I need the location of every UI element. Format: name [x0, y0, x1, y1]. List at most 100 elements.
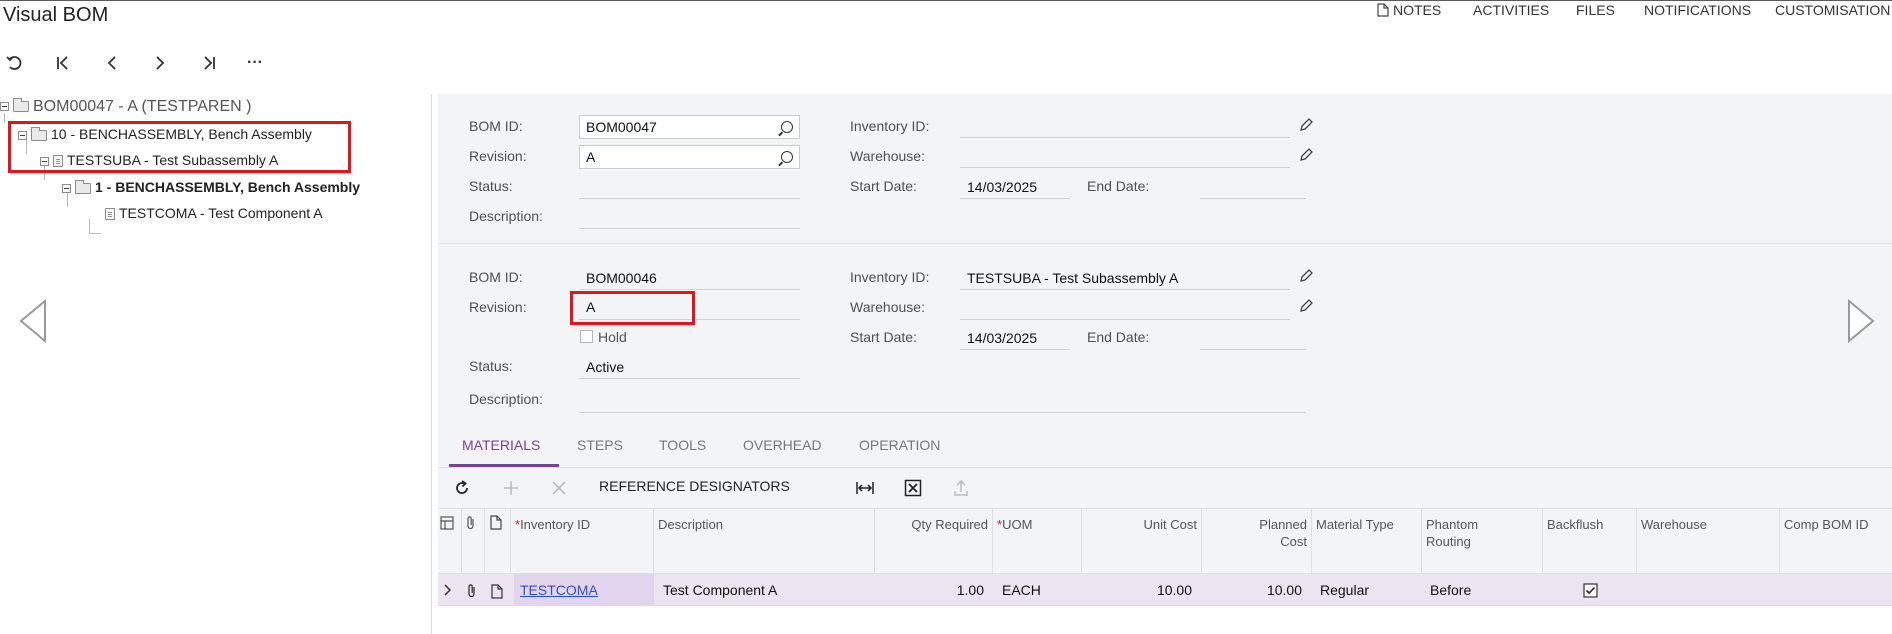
- more-button[interactable]: ···: [240, 49, 270, 77]
- column-separator: [484, 508, 485, 574]
- cell-planned-cost[interactable]: 10.00: [1201, 582, 1302, 598]
- tree-node-testcoma[interactable]: TESTCOMA - Test Component A: [101, 205, 323, 221]
- col-phantom-routing[interactable]: Phantom Routing: [1426, 516, 1478, 550]
- first-record-button[interactable]: [48, 49, 78, 77]
- edit-pencil-icon[interactable]: [1298, 147, 1314, 163]
- notes-link[interactable]: NOTES: [1377, 2, 1441, 18]
- tab-materials[interactable]: MATERIALS: [462, 437, 540, 453]
- col-qty-required[interactable]: Qty Required: [874, 516, 988, 533]
- tree-node-benchassembly-1[interactable]: 1 - BENCHASSEMBLY, Bench Assembly: [62, 179, 360, 195]
- collapse-icon[interactable]: [62, 183, 71, 193]
- field-underline: [960, 319, 1290, 320]
- folder-icon: [13, 98, 29, 113]
- col-material-type[interactable]: Material Type: [1316, 516, 1394, 533]
- column-separator: [1636, 508, 1637, 574]
- next-record-icon: [156, 56, 165, 70]
- cell-description[interactable]: Test Component A: [663, 582, 777, 598]
- fit-width-icon: [856, 482, 874, 494]
- page-title: Visual BOM: [3, 4, 109, 26]
- tab-operation[interactable]: OPERATION: [859, 437, 940, 453]
- edit-pencil-icon[interactable]: [1298, 268, 1314, 284]
- col-description[interactable]: Description: [658, 516, 723, 533]
- window-top-border: [0, 0, 1892, 1]
- notifications-link[interactable]: NOTIFICATIONS: [1644, 2, 1751, 18]
- previous-record-button[interactable]: [97, 49, 127, 77]
- section-divider: [438, 243, 1892, 244]
- cell-material-type[interactable]: Regular: [1320, 582, 1369, 598]
- folder-icon: [75, 179, 91, 194]
- col-planned-cost-line2: Cost: [1280, 534, 1307, 549]
- cell-phantom-routing[interactable]: Before: [1430, 582, 1471, 598]
- search-icon[interactable]: [781, 121, 793, 133]
- search-icon[interactable]: [781, 151, 793, 163]
- add-row-button[interactable]: [500, 478, 522, 498]
- files-link[interactable]: FILES: [1576, 2, 1615, 18]
- warehouse-label: Warehouse:: [850, 148, 925, 164]
- parent-bom-id-input[interactable]: BOM00047: [579, 115, 800, 139]
- cell-inventory-id[interactable]: TESTCOMA: [520, 582, 598, 598]
- inventory-id-link[interactable]: TESTCOMA: [520, 582, 598, 598]
- reference-designators-button[interactable]: REFERENCE DESIGNATORS: [599, 478, 790, 494]
- edit-pencil-icon[interactable]: [1298, 298, 1314, 314]
- edit-pencil-icon[interactable]: [1298, 117, 1314, 133]
- field-underline: [1200, 198, 1306, 199]
- col-backflush[interactable]: Backflush: [1547, 516, 1603, 533]
- activities-link[interactable]: ACTIVITIES: [1473, 2, 1549, 18]
- backflush-checkbox[interactable]: [1583, 583, 1598, 598]
- attachment-icon: [467, 516, 474, 530]
- column-separator: [653, 508, 654, 574]
- cell-unit-cost[interactable]: 10.00: [1081, 582, 1192, 598]
- child-inventory-id-field[interactable]: TESTSUBA - Test Subassembly A: [967, 270, 1178, 286]
- column-separator: [1542, 508, 1543, 574]
- column-separator: [1311, 508, 1312, 574]
- customisation-link[interactable]: CUSTOMISATION: [1775, 2, 1890, 18]
- tree-node-label: BOM00047 - A (TESTPAREN ): [33, 98, 252, 115]
- inventory-id-label: Inventory ID:: [850, 118, 930, 134]
- col-comp-bom-id[interactable]: Comp BOM ID: [1784, 516, 1869, 533]
- col-planned-cost[interactable]: Planned Cost: [1201, 516, 1307, 550]
- col-unit-cost[interactable]: Unit Cost: [1081, 516, 1197, 533]
- hold-label: Hold: [598, 329, 627, 345]
- upload-button[interactable]: [950, 478, 972, 498]
- last-record-button[interactable]: [194, 49, 224, 77]
- tab-overhead[interactable]: OVERHEAD: [743, 437, 822, 453]
- child-bom-id-field[interactable]: BOM00046: [586, 270, 657, 286]
- undo-button[interactable]: [0, 49, 30, 77]
- next-record-button[interactable]: [145, 49, 175, 77]
- column-separator: [510, 508, 511, 574]
- cell-uom[interactable]: EACH: [1002, 582, 1041, 598]
- close-icon: [552, 481, 566, 495]
- hold-checkbox[interactable]: [580, 330, 593, 343]
- expand-row-icon[interactable]: [443, 584, 453, 596]
- collapse-icon[interactable]: [0, 102, 9, 112]
- column-separator: [992, 508, 993, 574]
- column-separator: [461, 508, 462, 574]
- excel-icon: [904, 479, 922, 497]
- tab-steps[interactable]: STEPS: [577, 437, 623, 453]
- tree-connector: [67, 193, 68, 207]
- previous-record-icon: [107, 56, 116, 70]
- child-start-date-field[interactable]: 14/03/2025: [967, 330, 1037, 346]
- plus-icon: [504, 481, 518, 495]
- col-inventory-id[interactable]: *Inventory ID: [515, 516, 590, 533]
- parent-revision-input[interactable]: A: [579, 145, 800, 169]
- fit-columns-button[interactable]: [854, 478, 876, 498]
- refresh-button[interactable]: [451, 478, 473, 498]
- field-underline: [1200, 349, 1306, 350]
- note-icon: [490, 515, 502, 530]
- row-note-icon[interactable]: [491, 584, 503, 599]
- delete-row-button[interactable]: [548, 478, 570, 498]
- tab-tools[interactable]: TOOLS: [659, 437, 706, 453]
- previous-carousel-arrow-icon[interactable]: [18, 299, 48, 343]
- col-phantom-line1: Phantom: [1426, 517, 1479, 532]
- description-label: Description:: [469, 391, 543, 407]
- row-attachment-icon[interactable]: [466, 583, 478, 599]
- parent-start-date-field[interactable]: 14/03/2025: [967, 179, 1037, 195]
- tree-root-node[interactable]: BOM00047 - A (TESTPAREN ): [0, 98, 251, 116]
- cell-qty-required[interactable]: 1.00: [874, 582, 984, 598]
- col-uom[interactable]: *UOM: [997, 516, 1032, 533]
- column-settings-icon[interactable]: [440, 516, 454, 530]
- export-excel-button[interactable]: [902, 478, 924, 498]
- next-carousel-arrow-icon[interactable]: [1846, 299, 1876, 343]
- col-warehouse[interactable]: Warehouse: [1641, 516, 1707, 533]
